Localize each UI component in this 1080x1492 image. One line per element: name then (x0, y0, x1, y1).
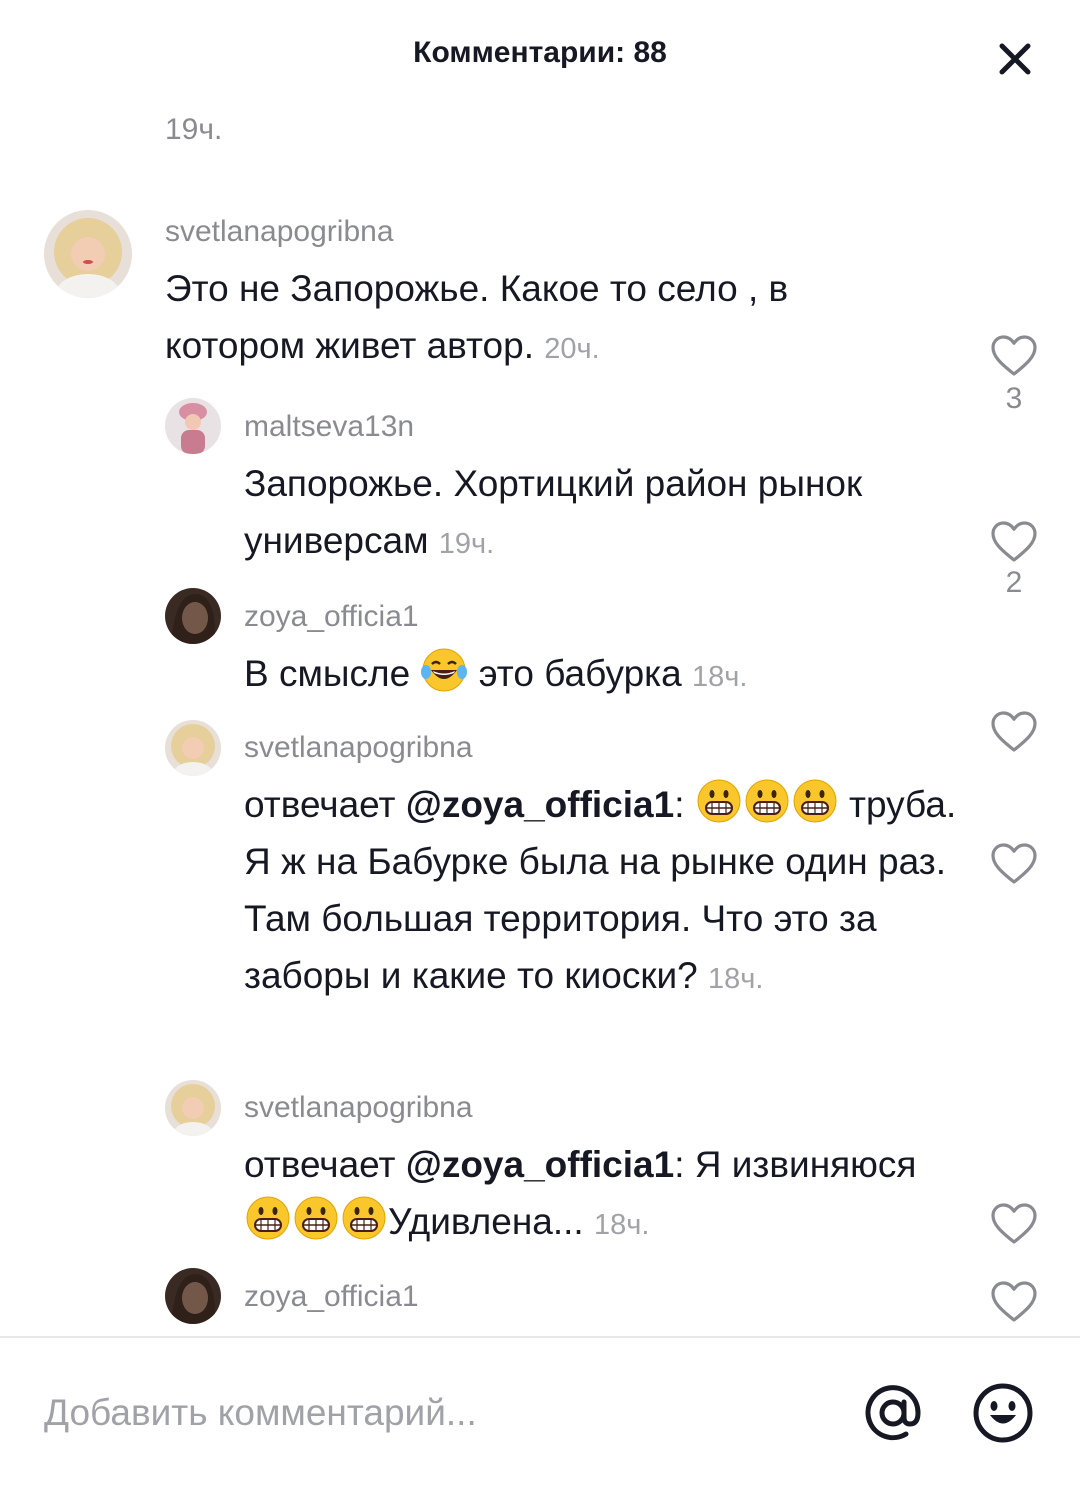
avatar[interactable] (165, 1268, 221, 1324)
avatar[interactable] (165, 1080, 221, 1136)
mention-link[interactable]: @zoya_officia1 (406, 1144, 674, 1185)
comment-text: отвечает @zoya_officia1: труба. Я ж на Б… (244, 776, 964, 1008)
comment-input[interactable] (44, 1378, 824, 1448)
comment-text: отвечает @zoya_officia1: Я извиняюся Удив… (244, 1144, 917, 1242)
heart-outline-icon[interactable] (990, 1280, 1038, 1324)
heart-outline-icon[interactable] (990, 334, 1038, 378)
reply-prefix: отвечает (244, 1144, 396, 1185)
comment-body: это бабурка (478, 653, 682, 694)
comment-username[interactable]: svetlanapogribna (165, 212, 394, 252)
mention-link[interactable]: @zoya_officia1 (406, 784, 674, 825)
comment-text: В смысле это бабурка 18ч. (244, 645, 964, 706)
grinning-emoji-icon (791, 777, 839, 825)
comment-body: Запорожье. Хортицкий район рынок универс… (244, 463, 863, 561)
close-icon[interactable] (994, 38, 1036, 80)
comment-body: Я извиняюся (694, 1144, 917, 1185)
comment-username[interactable]: svetlanapogribna (244, 728, 473, 768)
avatar[interactable] (165, 720, 221, 776)
comment-time: 19ч. (438, 528, 495, 560)
comment-username[interactable]: svetlanapogribna (244, 1088, 473, 1128)
comment-body: Удивлена... (388, 1201, 584, 1242)
grinning-emoji-icon (695, 777, 743, 825)
comment-text: Это не Запорожье. Какое то село , в кото… (165, 260, 885, 378)
comment-body: В смысле (244, 653, 411, 694)
reply-prefix: отвечает (244, 784, 396, 825)
comment-input-bar (0, 1338, 1080, 1492)
heart-outline-icon[interactable] (990, 1202, 1038, 1246)
heart-outline-icon[interactable] (990, 710, 1038, 754)
comment-body: Это не Запорожье. Какое то село , в кото… (165, 268, 789, 366)
comment-time: 18ч. (708, 963, 764, 995)
at-sign-icon[interactable] (862, 1382, 924, 1444)
comment-time: 18ч. (593, 1209, 650, 1241)
comment-username[interactable]: maltseva13n (244, 407, 414, 447)
avatar[interactable] (44, 210, 132, 298)
comment-username[interactable]: zoya_officia1 (244, 597, 419, 637)
avatar[interactable] (165, 588, 221, 644)
comments-sheet: Комментарии: 88 19ч. svetlanapogribna Эт… (0, 0, 1080, 1492)
comments-title: Комментарии: 88 (413, 36, 667, 69)
comment-time: 19ч. (165, 113, 223, 146)
emoji-smile-icon[interactable] (972, 1382, 1034, 1444)
grinning-emoji-icon (292, 1194, 340, 1242)
avatar[interactable] (165, 398, 221, 454)
laughing-tears-emoji-icon (420, 646, 468, 694)
grinning-emoji-icon (244, 1194, 292, 1242)
grinning-emoji-icon (743, 777, 791, 825)
heart-outline-icon[interactable] (990, 520, 1038, 564)
comment-list[interactable]: 19ч. svetlanapogribna Это не Запорожье. … (0, 110, 1080, 1336)
comment-username[interactable]: zoya_officia1 (244, 1277, 419, 1317)
comment-text: Запорожье. Хортицкий район рынок универс… (244, 455, 964, 573)
heart-outline-icon[interactable] (990, 842, 1038, 886)
comments-header: Комментарии: 88 (0, 0, 1080, 110)
grinning-emoji-icon (340, 1194, 388, 1242)
comment-time: 18ч. (692, 661, 748, 693)
like-count: 2 (1005, 566, 1023, 599)
comment-time: 20ч. (544, 333, 600, 365)
like-count: 3 (1005, 382, 1023, 415)
